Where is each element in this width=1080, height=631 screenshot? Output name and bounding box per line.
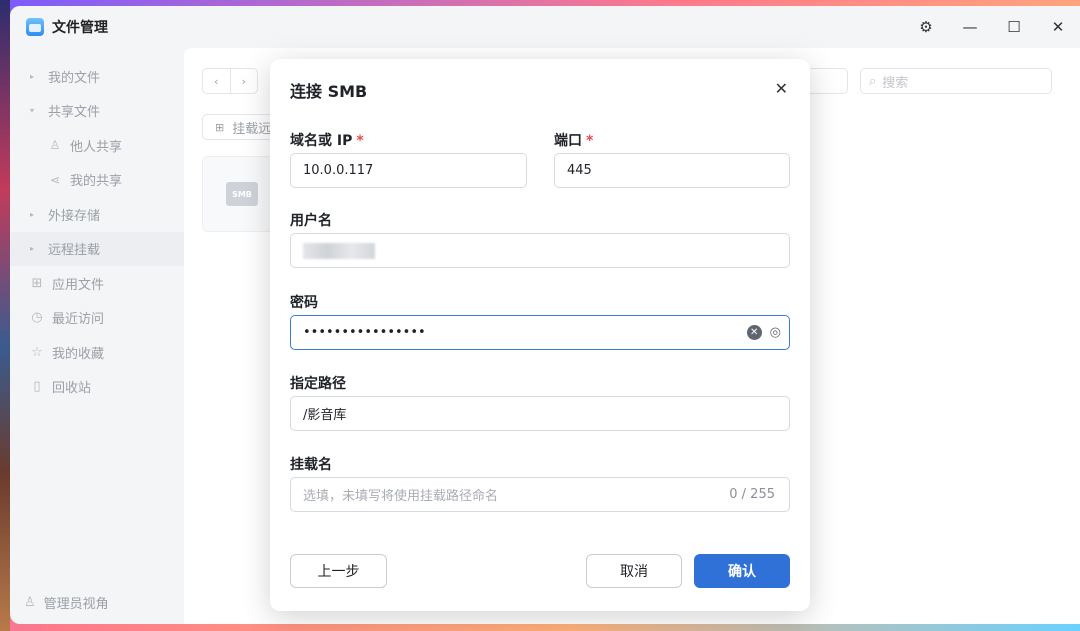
- watermark-text: 什么值得买: [970, 598, 1070, 622]
- clear-icon[interactable]: ✕: [746, 325, 762, 340]
- desktop-background-strip: [0, 0, 10, 631]
- search-placeholder: 搜索: [882, 75, 909, 91]
- port-value: 445: [567, 163, 592, 178]
- path-label: 指定路径: [290, 376, 346, 392]
- path-value: /影音库: [303, 408, 347, 423]
- cancel-button[interactable]: 取消: [586, 554, 682, 588]
- admin-user-icon: ♙: [24, 595, 36, 610]
- search-input[interactable]: ⌕ 搜索: [860, 68, 1052, 94]
- titlebar: 文件管理 ⚙ — ☐ ✕: [10, 6, 1080, 48]
- clock-icon: ◷: [31, 310, 43, 326]
- required-mark: *: [586, 133, 594, 149]
- window-title: 文件管理: [52, 20, 108, 36]
- username-input[interactable]: [290, 233, 790, 268]
- settings-gear-icon[interactable]: ⚙: [904, 6, 948, 48]
- sidebar-item-shared-files[interactable]: ▾ 共享文件: [10, 94, 184, 129]
- close-window-icon[interactable]: ✕: [1036, 6, 1080, 48]
- dialog-close-icon[interactable]: ✕: [775, 79, 788, 98]
- sidebar-item-label: 共享文件: [48, 105, 101, 121]
- previous-step-button[interactable]: 上一步: [290, 554, 387, 588]
- sidebar-item-remote-mount[interactable]: ▸ 远程挂载: [10, 231, 184, 266]
- sidebar-item-label: 外接存储: [48, 208, 101, 224]
- sidebar-item-label: 我的收藏: [52, 346, 105, 362]
- domain-label: 域名或 IP *: [290, 130, 364, 150]
- site-watermark: 值 什么值得买: [934, 594, 1070, 623]
- sidebar-item-recycle-bin[interactable]: ▯ 回收站: [10, 370, 184, 405]
- file-manager-app-icon: [26, 18, 44, 36]
- caret-right-icon: ▸: [30, 244, 35, 254]
- sidebar-item-label: 我的共享: [70, 174, 123, 190]
- admin-view-label: 管理员视角: [43, 597, 109, 612]
- password-actions: ✕ ◎: [746, 325, 781, 340]
- nav-buttons: ‹ ›: [202, 68, 258, 94]
- port-label: 端口 *: [554, 130, 593, 150]
- admin-view-toggle[interactable]: ♙ 管理员视角: [24, 593, 109, 612]
- trash-icon: ▯: [33, 379, 41, 395]
- caret-down-icon: ▾: [30, 106, 35, 116]
- mount-button-label: 挂载远: [232, 121, 272, 137]
- window-controls: ⚙ — ☐ ✕: [904, 6, 1080, 48]
- minimize-icon[interactable]: —: [948, 6, 992, 48]
- sidebar-item-shared-by-others[interactable]: ♙ 他人共享: [10, 128, 184, 163]
- mount-name-placeholder: 选填，未填写将使用挂载路径命名: [303, 489, 499, 504]
- username-label: 用户名: [290, 213, 332, 229]
- port-input[interactable]: 445: [554, 153, 790, 188]
- sidebar-item-label: 应用文件: [52, 277, 105, 293]
- domain-ip-input[interactable]: 10.0.0.117: [290, 153, 527, 188]
- sidebar-item-label: 回收站: [52, 381, 92, 397]
- back-chevron-icon[interactable]: ‹: [203, 69, 231, 93]
- folder-plus-icon: ⊞: [215, 120, 225, 134]
- connect-smb-dialog: 连接 SMB ✕ 域名或 IP * 10.0.0.117 端口 * 445 用户名 …: [270, 59, 810, 611]
- share-icon: ⋖: [49, 172, 61, 187]
- domain-ip-value: 10.0.0.117: [303, 163, 374, 178]
- mount-name-label: 挂载名: [290, 457, 332, 473]
- caret-right-icon: ▸: [30, 71, 35, 81]
- sidebar-item-recent[interactable]: ◷ 最近访问: [10, 301, 184, 336]
- sidebar: ▸ 我的文件 ▾ 共享文件 ♙ 他人共享 ⋖ 我的共享 ▸ 外接存储 ▸ 远程挂…: [10, 48, 184, 624]
- sidebar-item-label: 他人共享: [70, 139, 123, 155]
- sidebar-item-label: 远程挂载: [48, 243, 101, 259]
- sidebar-item-app-files[interactable]: ⊞ 应用文件: [10, 266, 184, 301]
- apps-grid-icon: ⊞: [31, 275, 43, 291]
- sidebar-item-label: 最近访问: [52, 312, 105, 328]
- sidebar-item-external-storage[interactable]: ▸ 外接存储: [10, 197, 184, 232]
- password-input[interactable]: •••••••••••••••• ✕ ◎: [290, 315, 790, 350]
- sidebar-item-label: 我的文件: [48, 70, 101, 86]
- eye-slash-icon[interactable]: ◎: [770, 325, 781, 340]
- sidebar-item-my-shares[interactable]: ⋖ 我的共享: [10, 163, 184, 198]
- smb-drive-icon: SMB: [226, 182, 258, 206]
- dialog-title: 连接 SMB: [290, 82, 368, 101]
- char-counter: 0 / 255: [729, 487, 775, 502]
- domain-label-text: 域名或 IP: [290, 133, 353, 149]
- password-label: 密码: [290, 295, 318, 311]
- port-label-text: 端口: [554, 133, 582, 149]
- redacted-username: [303, 242, 375, 259]
- user-icon: ♙: [49, 138, 61, 153]
- path-input[interactable]: /影音库: [290, 396, 790, 431]
- star-icon: ☆: [31, 344, 43, 360]
- search-icon: ⌕: [869, 73, 877, 89]
- watermark-logo-icon: 值: [934, 594, 962, 623]
- sidebar-item-my-files[interactable]: ▸ 我的文件: [10, 59, 184, 94]
- caret-right-icon: ▸: [30, 209, 35, 219]
- confirm-button[interactable]: 确认: [694, 554, 790, 588]
- password-masked-value: ••••••••••••••••: [303, 325, 426, 340]
- forward-chevron-icon[interactable]: ›: [231, 69, 258, 93]
- mount-name-input[interactable]: 选填，未填写将使用挂载路径命名 0 / 255: [290, 477, 790, 512]
- maximize-icon[interactable]: ☐: [992, 6, 1036, 48]
- sidebar-item-favorites[interactable]: ☆ 我的收藏: [10, 335, 184, 370]
- required-mark: *: [356, 133, 364, 149]
